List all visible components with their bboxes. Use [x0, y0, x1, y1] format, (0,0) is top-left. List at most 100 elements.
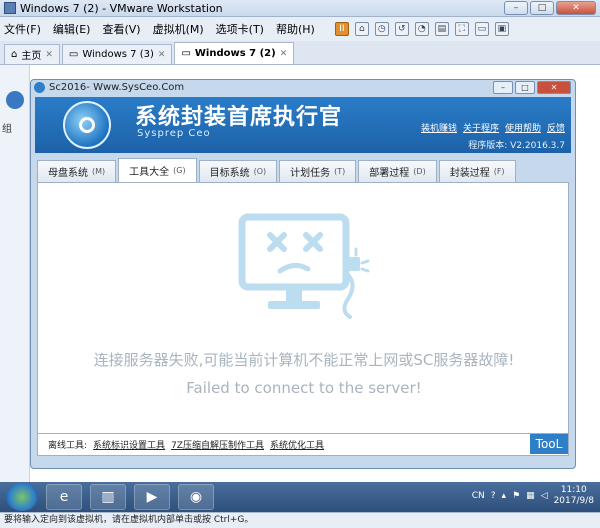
menu-edit[interactable]: 编辑(E)	[53, 21, 91, 37]
explorer-icon[interactable]: ▥	[90, 484, 126, 510]
vm-icon: ▭	[68, 49, 79, 60]
tab-key: (D)	[413, 167, 426, 176]
revert-snapshot-icon[interactable]: ↺	[394, 22, 409, 36]
send-ctrl-alt-del-icon[interactable]: ⌂	[354, 22, 369, 36]
network-icon[interactable]: ▦	[526, 491, 535, 501]
app-tab-strip: 母盘系统 (M) 工具大全 (G) 目标系统 (O) 计划任务 (T) 部署过程…	[37, 158, 569, 182]
vmware-logo-icon	[4, 2, 16, 14]
tab-package-process[interactable]: 封装过程 (F)	[438, 160, 516, 182]
console-view-icon[interactable]: ▣	[494, 22, 509, 36]
tab-home-label: 主页	[21, 51, 42, 62]
app-close-button[interactable]: ✕	[537, 81, 571, 94]
offline-tools-label: 离线工具:	[48, 441, 88, 451]
menu-help[interactable]: 帮助(H)	[276, 21, 315, 37]
home-icon: ⌂	[11, 49, 18, 60]
start-button[interactable]	[6, 483, 38, 511]
app-window-title: Sc2016- Www.SysCeo.Com	[49, 82, 185, 93]
tab-key: (F)	[493, 167, 505, 176]
app-name: 系统封装首席执行官	[135, 105, 343, 130]
language-indicator[interactable]: CN	[472, 491, 485, 501]
link-system-id-tool[interactable]: 系统标识设置工具	[93, 438, 165, 451]
menu-view[interactable]: 查看(V)	[102, 21, 140, 37]
app-icon	[34, 82, 45, 93]
menu-file[interactable]: 文件(F)	[4, 21, 41, 37]
header-links: 装机赚钱 关于程序 使用帮助 反馈	[421, 121, 565, 134]
app-minimize-button[interactable]: –	[493, 81, 513, 94]
vmware-menu-bar: 文件(F) 编辑(E) 查看(V) 虚拟机(M) 选项卡(T) 帮助(H) II…	[0, 17, 600, 41]
tab-label: 工具大全	[129, 167, 170, 178]
vmware-title-bar: Windows 7 (2) - VMware Workstation – □ ✕	[0, 0, 600, 17]
version-text: 程序版本: V2.2016.3.7	[468, 141, 565, 151]
tool-badge[interactable]: TooL	[530, 434, 568, 454]
menu-tabs[interactable]: 选项卡(T)	[216, 21, 264, 37]
disconnected-monitor-icon	[238, 213, 370, 319]
tab-label: 目标系统	[209, 168, 250, 179]
tab-tools[interactable]: 工具大全 (G)	[118, 158, 197, 182]
close-icon[interactable]: ✕	[158, 50, 166, 60]
volume-icon[interactable]: ◁	[541, 491, 548, 501]
minimize-button[interactable]: –	[504, 1, 528, 15]
link-optimize-tool[interactable]: 系统优化工具	[270, 438, 324, 451]
snapshot-manager-icon[interactable]: ◔	[414, 22, 429, 36]
pause-icon[interactable]: II	[334, 22, 349, 36]
media-player-icon[interactable]: ▶	[134, 484, 170, 510]
flag-icon[interactable]: ⚑	[512, 491, 520, 501]
vmware-tab-strip: ⌂ 主页 ✕ ▭ Windows 7 (3) ✕ ▭ Windows 7 (2)…	[0, 41, 600, 65]
link-7z-sfx-tool[interactable]: 7Z压缩自解压制作工具	[171, 438, 264, 451]
tools-panel: 连接服务器失败,可能当前计算机不能正常上网或SC服务器故障! Failed to…	[37, 182, 569, 434]
close-icon[interactable]: ✕	[45, 50, 53, 60]
fullscreen-icon[interactable]: ⛶	[454, 22, 469, 36]
tab-home[interactable]: ⌂ 主页 ✕	[4, 44, 60, 64]
offline-tools-footer: 离线工具: 系统标识设置工具 7Z压缩自解压制作工具 系统优化工具 TooL	[37, 434, 569, 456]
app-maximize-button[interactable]: □	[515, 81, 535, 94]
clock-date: 2017/9/8	[553, 496, 594, 506]
vmware-window-title: Windows 7 (2) - VMware Workstation	[20, 1, 223, 15]
error-message-en: Failed to connect to the server!	[186, 379, 422, 397]
error-message-cn: 连接服务器失败,可能当前计算机不能正常上网或SC服务器故障!	[93, 351, 515, 369]
help-icon[interactable]: ?	[491, 491, 496, 501]
clock[interactable]: 11:10 2017/9/8	[554, 485, 594, 507]
tab-key: (O)	[253, 167, 267, 176]
guest-explorer-sidebar: 组	[0, 65, 30, 482]
tab-windows7-2-label: Windows 7 (2)	[194, 48, 276, 59]
tab-master-system[interactable]: 母盘系统 (M)	[37, 160, 117, 182]
tab-key: (M)	[92, 167, 106, 176]
tab-label: 母盘系统	[48, 168, 88, 179]
guest-taskbar: e ▥ ▶ ◉ CN ? ▴ ⚑ ▦ ◁ 11:10 2017/9/8	[0, 482, 600, 512]
app-window-controls: – □ ✕	[493, 81, 571, 94]
ie-icon[interactable]: e	[46, 484, 82, 510]
tab-windows7-3[interactable]: ▭ Windows 7 (3) ✕	[61, 44, 173, 64]
clock-time: 11:10	[560, 485, 587, 495]
close-icon[interactable]: ✕	[280, 49, 288, 59]
back-icon[interactable]	[6, 91, 24, 109]
tab-key: (G)	[173, 166, 186, 175]
tab-label: 封装过程	[449, 168, 490, 179]
tab-scheduled-tasks[interactable]: 计划任务 (T)	[279, 160, 357, 182]
tab-label: 计划任务	[290, 168, 331, 179]
app-title-bar: Sc2016- Www.SysCeo.Com – □ ✕	[31, 80, 575, 96]
link-feedback[interactable]: 反馈	[547, 121, 565, 134]
link-about[interactable]: 关于程序	[463, 121, 499, 134]
tab-deploy-process[interactable]: 部署过程 (D)	[358, 160, 437, 182]
window-controls: – □ ✕	[504, 1, 596, 15]
system-tray: CN ? ▴ ⚑ ▦ ◁ 11:10 2017/9/8	[472, 485, 594, 507]
sysprep-ceo-taskbar-icon[interactable]: ◉	[178, 484, 214, 510]
tab-windows7-2[interactable]: ▭ Windows 7 (2) ✕	[174, 42, 295, 64]
close-button[interactable]: ✕	[556, 1, 596, 15]
tab-key: (T)	[334, 167, 346, 176]
maximize-button[interactable]: □	[530, 1, 554, 15]
vm-icon: ▭	[181, 48, 191, 59]
link-help[interactable]: 使用帮助	[505, 121, 541, 134]
sysprep-ceo-window: Sc2016- Www.SysCeo.Com – □ ✕ 系统封装首席执行官 S…	[30, 79, 576, 469]
vmware-toolbar: II ⌂ ◷ ↺ ◔ ▤ ⛶ ▭ ▣	[334, 22, 509, 36]
library-icon[interactable]: ▤	[434, 22, 449, 36]
snapshot-icon[interactable]: ◷	[374, 22, 389, 36]
tray-expand-icon[interactable]: ▴	[502, 491, 507, 501]
tab-label: 部署过程	[369, 168, 410, 179]
link-earn[interactable]: 装机赚钱	[421, 121, 457, 134]
vmware-status-bar: 要将输入定向到该虚拟机，请在虚拟机内部单击或按 Ctrl+G。	[0, 512, 600, 528]
menu-vm[interactable]: 虚拟机(M)	[153, 21, 204, 37]
unity-icon[interactable]: ▭	[474, 22, 489, 36]
app-header: 系统封装首席执行官 Sysprep Ceo 装机赚钱 关于程序 使用帮助 反馈 …	[35, 97, 571, 153]
tab-target-system[interactable]: 目标系统 (O)	[198, 160, 278, 182]
